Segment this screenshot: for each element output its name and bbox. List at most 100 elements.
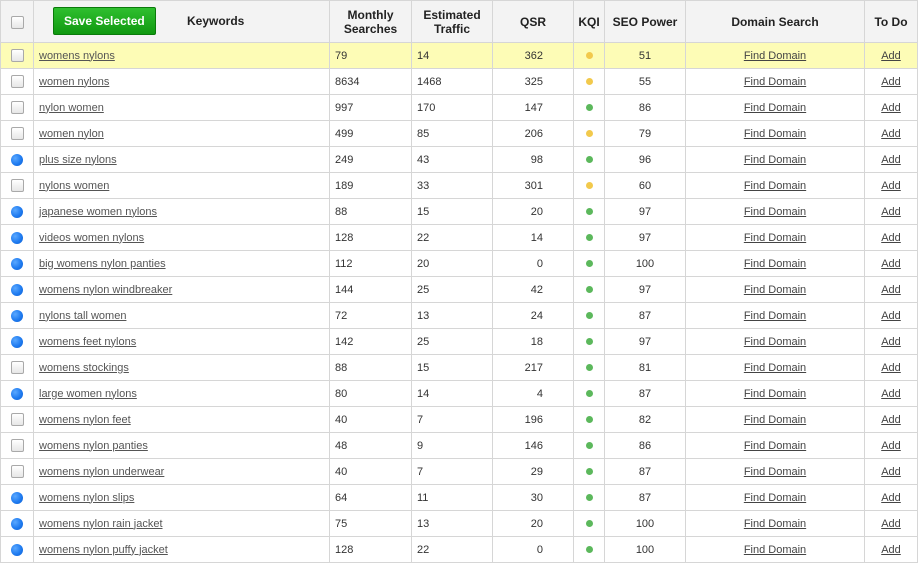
find-domain-link[interactable]: Find Domain: [744, 362, 806, 374]
row-select-cell: [0, 120, 34, 147]
keywords-column-title[interactable]: Keywords: [187, 14, 244, 28]
add-link[interactable]: Add: [881, 180, 901, 192]
keyword-link[interactable]: womens stockings: [39, 362, 129, 374]
estimated-traffic-cell: 25: [411, 328, 493, 355]
add-link[interactable]: Add: [881, 232, 901, 244]
keyword-link[interactable]: womens nylon windbreaker: [39, 284, 172, 296]
row-checkbox[interactable]: [11, 543, 23, 556]
row-checkbox[interactable]: [10, 439, 24, 452]
add-link[interactable]: Add: [881, 258, 901, 270]
row-checkbox[interactable]: [11, 517, 23, 530]
find-domain-link[interactable]: Find Domain: [744, 414, 806, 426]
find-domain-link[interactable]: Find Domain: [744, 258, 806, 270]
find-domain-link[interactable]: Find Domain: [744, 154, 806, 166]
row-checkbox[interactable]: [10, 101, 24, 114]
qsr-cell: 196: [492, 406, 574, 433]
add-link[interactable]: Add: [881, 466, 901, 478]
find-domain-link[interactable]: Find Domain: [744, 50, 806, 62]
keyword-cell: women nylons: [33, 68, 330, 95]
find-domain-link[interactable]: Find Domain: [744, 180, 806, 192]
find-domain-link[interactable]: Find Domain: [744, 440, 806, 452]
row-checkbox[interactable]: [11, 387, 23, 400]
save-selected-button[interactable]: Save Selected: [53, 7, 156, 35]
find-domain-link[interactable]: Find Domain: [744, 518, 806, 530]
row-checkbox[interactable]: [10, 179, 24, 192]
seo-power-cell: 96: [604, 146, 686, 173]
select-all-checkbox[interactable]: [10, 15, 24, 29]
add-link[interactable]: Add: [881, 362, 901, 374]
find-domain-link[interactable]: Find Domain: [744, 232, 806, 244]
row-checkbox[interactable]: [10, 413, 24, 426]
keyword-link[interactable]: womens nylon puffy jacket: [39, 544, 168, 556]
row-checkbox[interactable]: [10, 465, 24, 478]
domain-search-cell: Find Domain: [685, 120, 865, 147]
find-domain-link[interactable]: Find Domain: [744, 76, 806, 88]
keyword-link[interactable]: nylons women: [39, 180, 109, 192]
keyword-link[interactable]: large women nylons: [39, 388, 137, 400]
add-link[interactable]: Add: [881, 310, 901, 322]
row-checkbox[interactable]: [11, 153, 23, 166]
row-select-cell: [0, 536, 34, 563]
row-checkbox[interactable]: [11, 309, 23, 322]
keyword-cell: womens feet nylons: [33, 328, 330, 355]
find-domain-link[interactable]: Find Domain: [744, 128, 806, 140]
row-checkbox[interactable]: [11, 335, 23, 348]
find-domain-link[interactable]: Find Domain: [744, 336, 806, 348]
add-link[interactable]: Add: [881, 388, 901, 400]
keyword-link[interactable]: japanese women nylons: [39, 206, 157, 218]
keyword-link[interactable]: women nylons: [39, 76, 109, 88]
row-checkbox[interactable]: [10, 127, 24, 140]
find-domain-link[interactable]: Find Domain: [744, 492, 806, 504]
row-checkbox[interactable]: [11, 205, 23, 218]
find-domain-link[interactable]: Find Domain: [744, 310, 806, 322]
keyword-link[interactable]: womens feet nylons: [39, 336, 136, 348]
add-link[interactable]: Add: [881, 518, 901, 530]
row-checkbox[interactable]: [10, 75, 24, 88]
keyword-link[interactable]: womens nylon rain jacket: [39, 518, 163, 530]
add-link[interactable]: Add: [881, 336, 901, 348]
keyword-link[interactable]: womens nylon feet: [39, 414, 131, 426]
row-checkbox[interactable]: [11, 283, 23, 296]
find-domain-link[interactable]: Find Domain: [744, 284, 806, 296]
monthly-searches-header[interactable]: Monthly Searches: [329, 0, 412, 43]
keyword-link[interactable]: videos women nylons: [39, 232, 144, 244]
add-link[interactable]: Add: [881, 440, 901, 452]
add-link[interactable]: Add: [881, 544, 901, 556]
keyword-cell: videos women nylons: [33, 224, 330, 251]
keyword-link[interactable]: womens nylons: [39, 50, 115, 62]
find-domain-link[interactable]: Find Domain: [744, 544, 806, 556]
add-link[interactable]: Add: [881, 154, 901, 166]
kqi-header[interactable]: KQI: [573, 0, 605, 43]
qsr-header[interactable]: QSR: [492, 0, 574, 43]
keyword-link[interactable]: womens nylon slips: [39, 492, 134, 504]
row-checkbox[interactable]: [10, 361, 24, 374]
add-link[interactable]: Add: [881, 492, 901, 504]
find-domain-link[interactable]: Find Domain: [744, 466, 806, 478]
keyword-link[interactable]: nylon women: [39, 102, 104, 114]
row-checkbox[interactable]: [10, 49, 24, 62]
keyword-link[interactable]: big womens nylon panties: [39, 258, 166, 270]
add-link[interactable]: Add: [881, 102, 901, 114]
add-link[interactable]: Add: [881, 206, 901, 218]
keyword-link[interactable]: womens nylon panties: [39, 440, 148, 452]
add-link[interactable]: Add: [881, 128, 901, 140]
add-link[interactable]: Add: [881, 76, 901, 88]
seo-power-cell: 97: [604, 224, 686, 251]
find-domain-link[interactable]: Find Domain: [744, 206, 806, 218]
add-link[interactable]: Add: [881, 284, 901, 296]
row-checkbox[interactable]: [11, 257, 23, 270]
row-checkbox[interactable]: [11, 231, 23, 244]
row-checkbox[interactable]: [11, 491, 23, 504]
monthly-searches-cell: 64: [329, 484, 412, 511]
add-link[interactable]: Add: [881, 50, 901, 62]
keyword-link[interactable]: nylons tall women: [39, 310, 126, 322]
add-link[interactable]: Add: [881, 414, 901, 426]
estimated-traffic-header[interactable]: Estimated Traffic: [411, 0, 493, 43]
seo-power-header[interactable]: SEO Power: [604, 0, 686, 43]
find-domain-link[interactable]: Find Domain: [744, 102, 806, 114]
todo-header: To Do: [864, 0, 918, 43]
keyword-link[interactable]: women nylon: [39, 128, 104, 140]
keyword-link[interactable]: womens nylon underwear: [39, 466, 164, 478]
keyword-link[interactable]: plus size nylons: [39, 154, 117, 166]
find-domain-link[interactable]: Find Domain: [744, 388, 806, 400]
